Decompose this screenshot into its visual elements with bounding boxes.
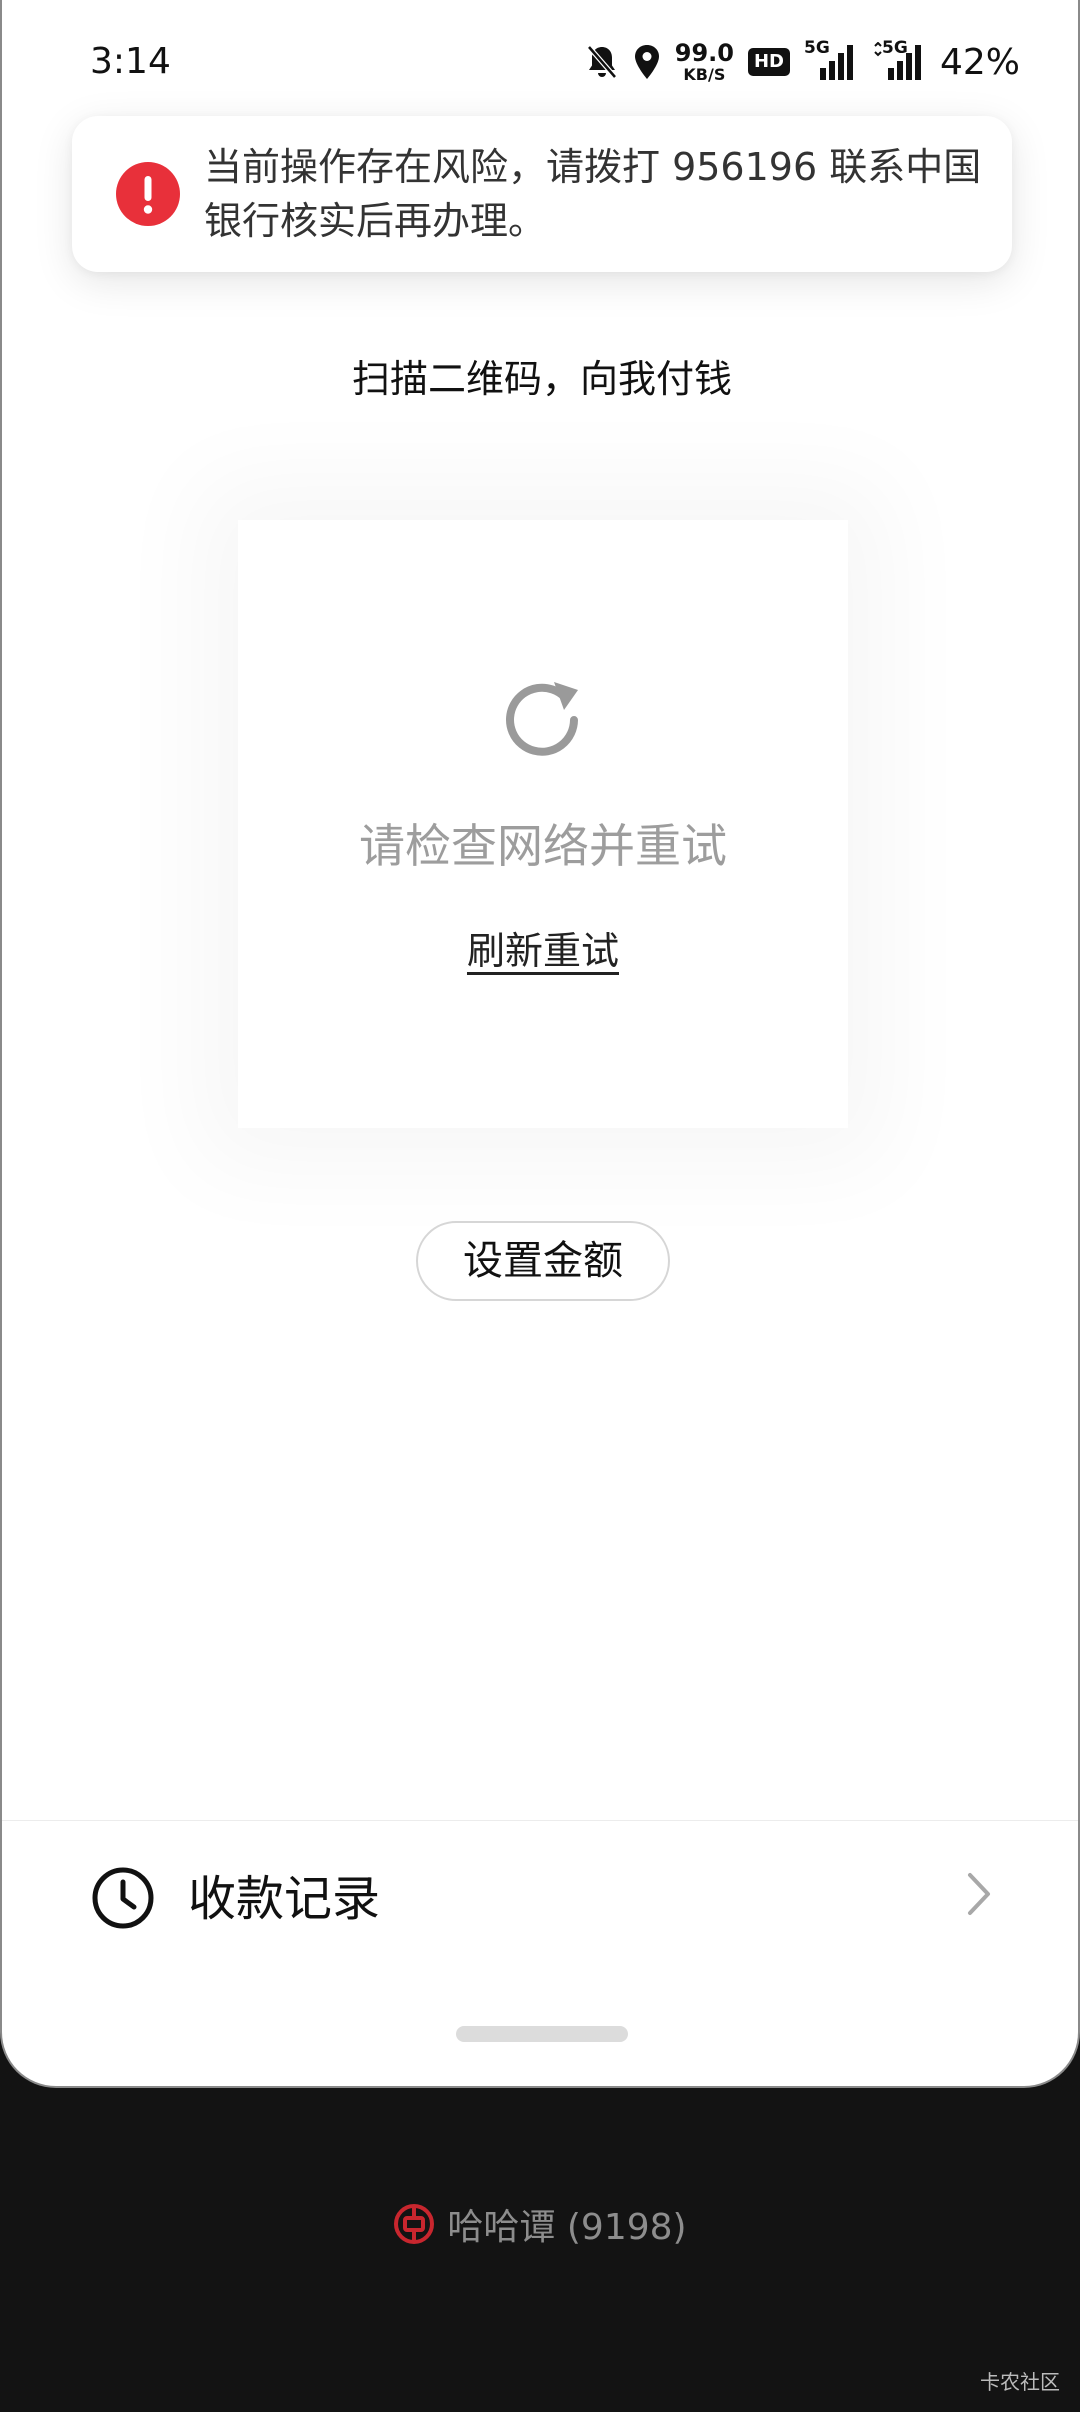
status-bar: 3:14 99.0 KB/S HD 5G 5G 42%	[2, 0, 1078, 120]
account-selector[interactable]: 哈哈谭 (9198)	[0, 2196, 1080, 2252]
hd-icon: HD	[747, 48, 790, 76]
set-amount-button[interactable]: 设置金额	[416, 1221, 670, 1301]
risk-warning-message: 当前操作存在风险，请拨打 956196 联系中国银行核实后再办理。	[204, 145, 982, 243]
chevron-right-icon	[968, 1873, 990, 1915]
status-time: 3:14	[90, 41, 171, 82]
net-speed-unit: KB/S	[683, 65, 726, 84]
signal-icon	[874, 42, 921, 80]
payment-records-label: 收款记录	[188, 1871, 381, 1927]
payment-sheet: 3:14 99.0 KB/S HD 5G 5G 42% 当前操作存在风险，请拨打…	[0, 0, 1080, 2088]
risk-warning-toast: 当前操作存在风险，请拨打 956196 联系中国银行核实后再办理。	[72, 116, 1012, 272]
net-speed-value: 99.0	[674, 39, 734, 67]
clock-icon	[92, 1867, 154, 1929]
page-title: 扫描二维码，向我付钱	[351, 357, 732, 401]
account-name: 哈哈谭 (9198)	[447, 2207, 687, 2248]
location-icon	[634, 45, 659, 79]
signal-2: 5G	[872, 38, 926, 82]
screen: 3:14 99.0 KB/S HD 5G 5G 42% 当前操作存在风险，请拨打…	[0, 0, 1080, 2412]
battery-level: 42%	[939, 41, 1020, 83]
home-indicator[interactable]	[456, 2026, 628, 2042]
bell-muted-icon	[586, 45, 617, 79]
signal-1: 5G	[804, 38, 858, 82]
retry-link[interactable]: 刷新重试	[238, 920, 848, 975]
watermark: 卡农社区	[980, 2370, 1060, 2394]
net-speed: 99.0 KB/S	[675, 41, 734, 83]
exclamation-icon	[116, 162, 180, 226]
network-error-message: 请检查网络并重试	[359, 819, 727, 873]
refresh-icon[interactable]	[492, 670, 592, 770]
signal-icon	[819, 45, 853, 80]
payment-records-row[interactable]: 收款记录	[2, 1821, 1078, 1971]
status-icons: 99.0 KB/S HD 5G 5G 42%	[585, 38, 1020, 86]
boc-logo-icon	[394, 2204, 435, 2244]
qr-code-card: 请检查网络并重试 刷新重试	[238, 520, 848, 1128]
